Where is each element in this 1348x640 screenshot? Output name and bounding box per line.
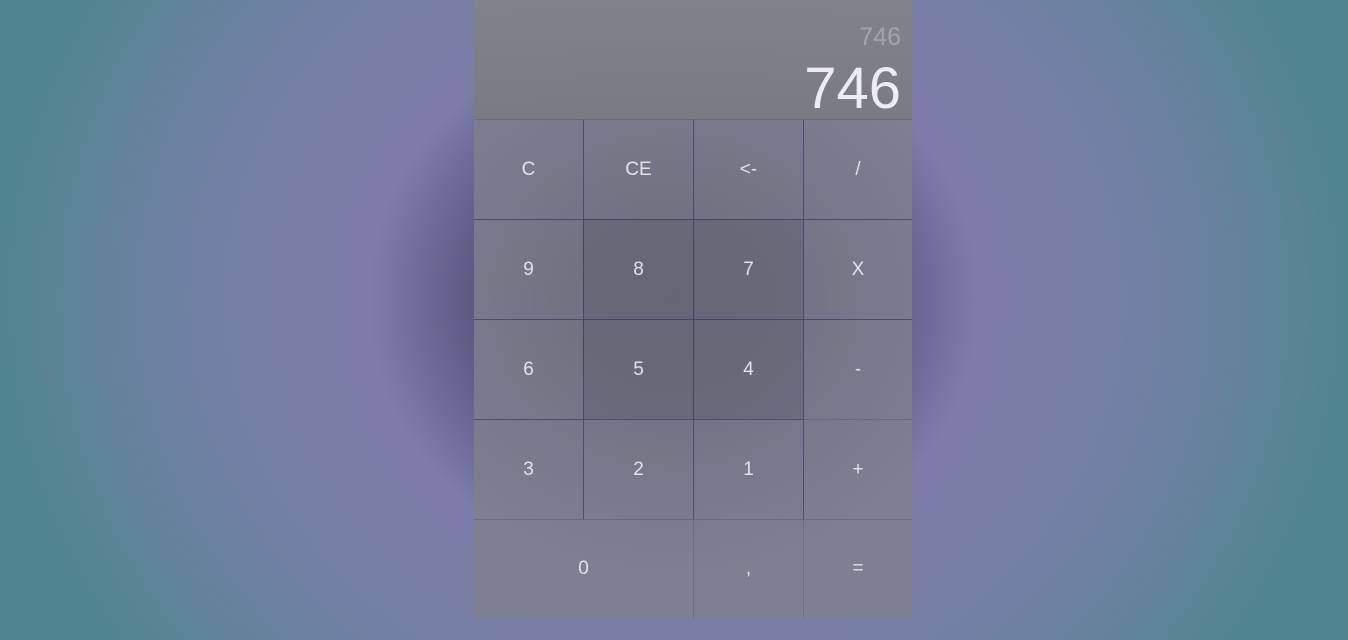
backspace-button[interactable]: <- (693, 119, 803, 219)
equals-button[interactable]: = (803, 519, 912, 618)
previous-value: 746 (859, 23, 901, 51)
minus-label: - (854, 358, 862, 380)
digit-2-button[interactable]: 2 (583, 419, 693, 519)
digit-9-button[interactable]: 9 (474, 219, 583, 319)
current-value: 746 (804, 56, 901, 121)
plus-label: + (852, 458, 864, 480)
digit-6-button[interactable]: 6 (474, 319, 583, 419)
digit-1-button[interactable]: 1 (693, 419, 803, 519)
digit-2-label: 2 (633, 458, 644, 480)
divide-label: / (855, 158, 861, 180)
digit-3-button[interactable]: 3 (474, 419, 583, 519)
digit-1-label: 1 (743, 458, 754, 480)
digit-4-button[interactable]: 4 (693, 319, 803, 419)
plus-button[interactable]: + (803, 419, 912, 519)
digit-7-button[interactable]: 7 (693, 219, 803, 319)
multiply-label: X (851, 258, 865, 280)
divide-button[interactable]: / (803, 119, 912, 219)
digit-3-label: 3 (523, 458, 534, 480)
equals-label: = (852, 558, 864, 579)
digit-0-label: 0 (578, 558, 589, 579)
clear-label: C (521, 158, 536, 180)
digit-9-label: 9 (523, 258, 534, 280)
digit-6-label: 6 (523, 358, 534, 380)
digit-4-label: 4 (743, 358, 754, 380)
multiply-button[interactable]: X (803, 219, 912, 319)
digit-8-label: 8 (633, 258, 644, 280)
digit-8-button[interactable]: 8 (583, 219, 693, 319)
clear-entry-label: CE (625, 158, 652, 180)
digit-5-button[interactable]: 5 (583, 319, 693, 419)
digit-5-label: 5 (633, 358, 644, 380)
comma-label: , (745, 558, 752, 579)
clear-button[interactable]: C (474, 119, 583, 219)
comma-button[interactable]: , (693, 519, 803, 618)
calculator: 746 746 C CE <- / 9 8 7 X 6 5 4 - 3 2 1 … (474, 0, 912, 618)
clear-entry-button[interactable]: CE (583, 119, 693, 219)
backspace-label: <- (739, 158, 758, 180)
minus-button[interactable]: - (803, 319, 912, 419)
display-panel: 746 746 (474, 0, 912, 121)
digit-0-button[interactable]: 0 (474, 519, 693, 618)
digit-7-label: 7 (743, 258, 754, 280)
